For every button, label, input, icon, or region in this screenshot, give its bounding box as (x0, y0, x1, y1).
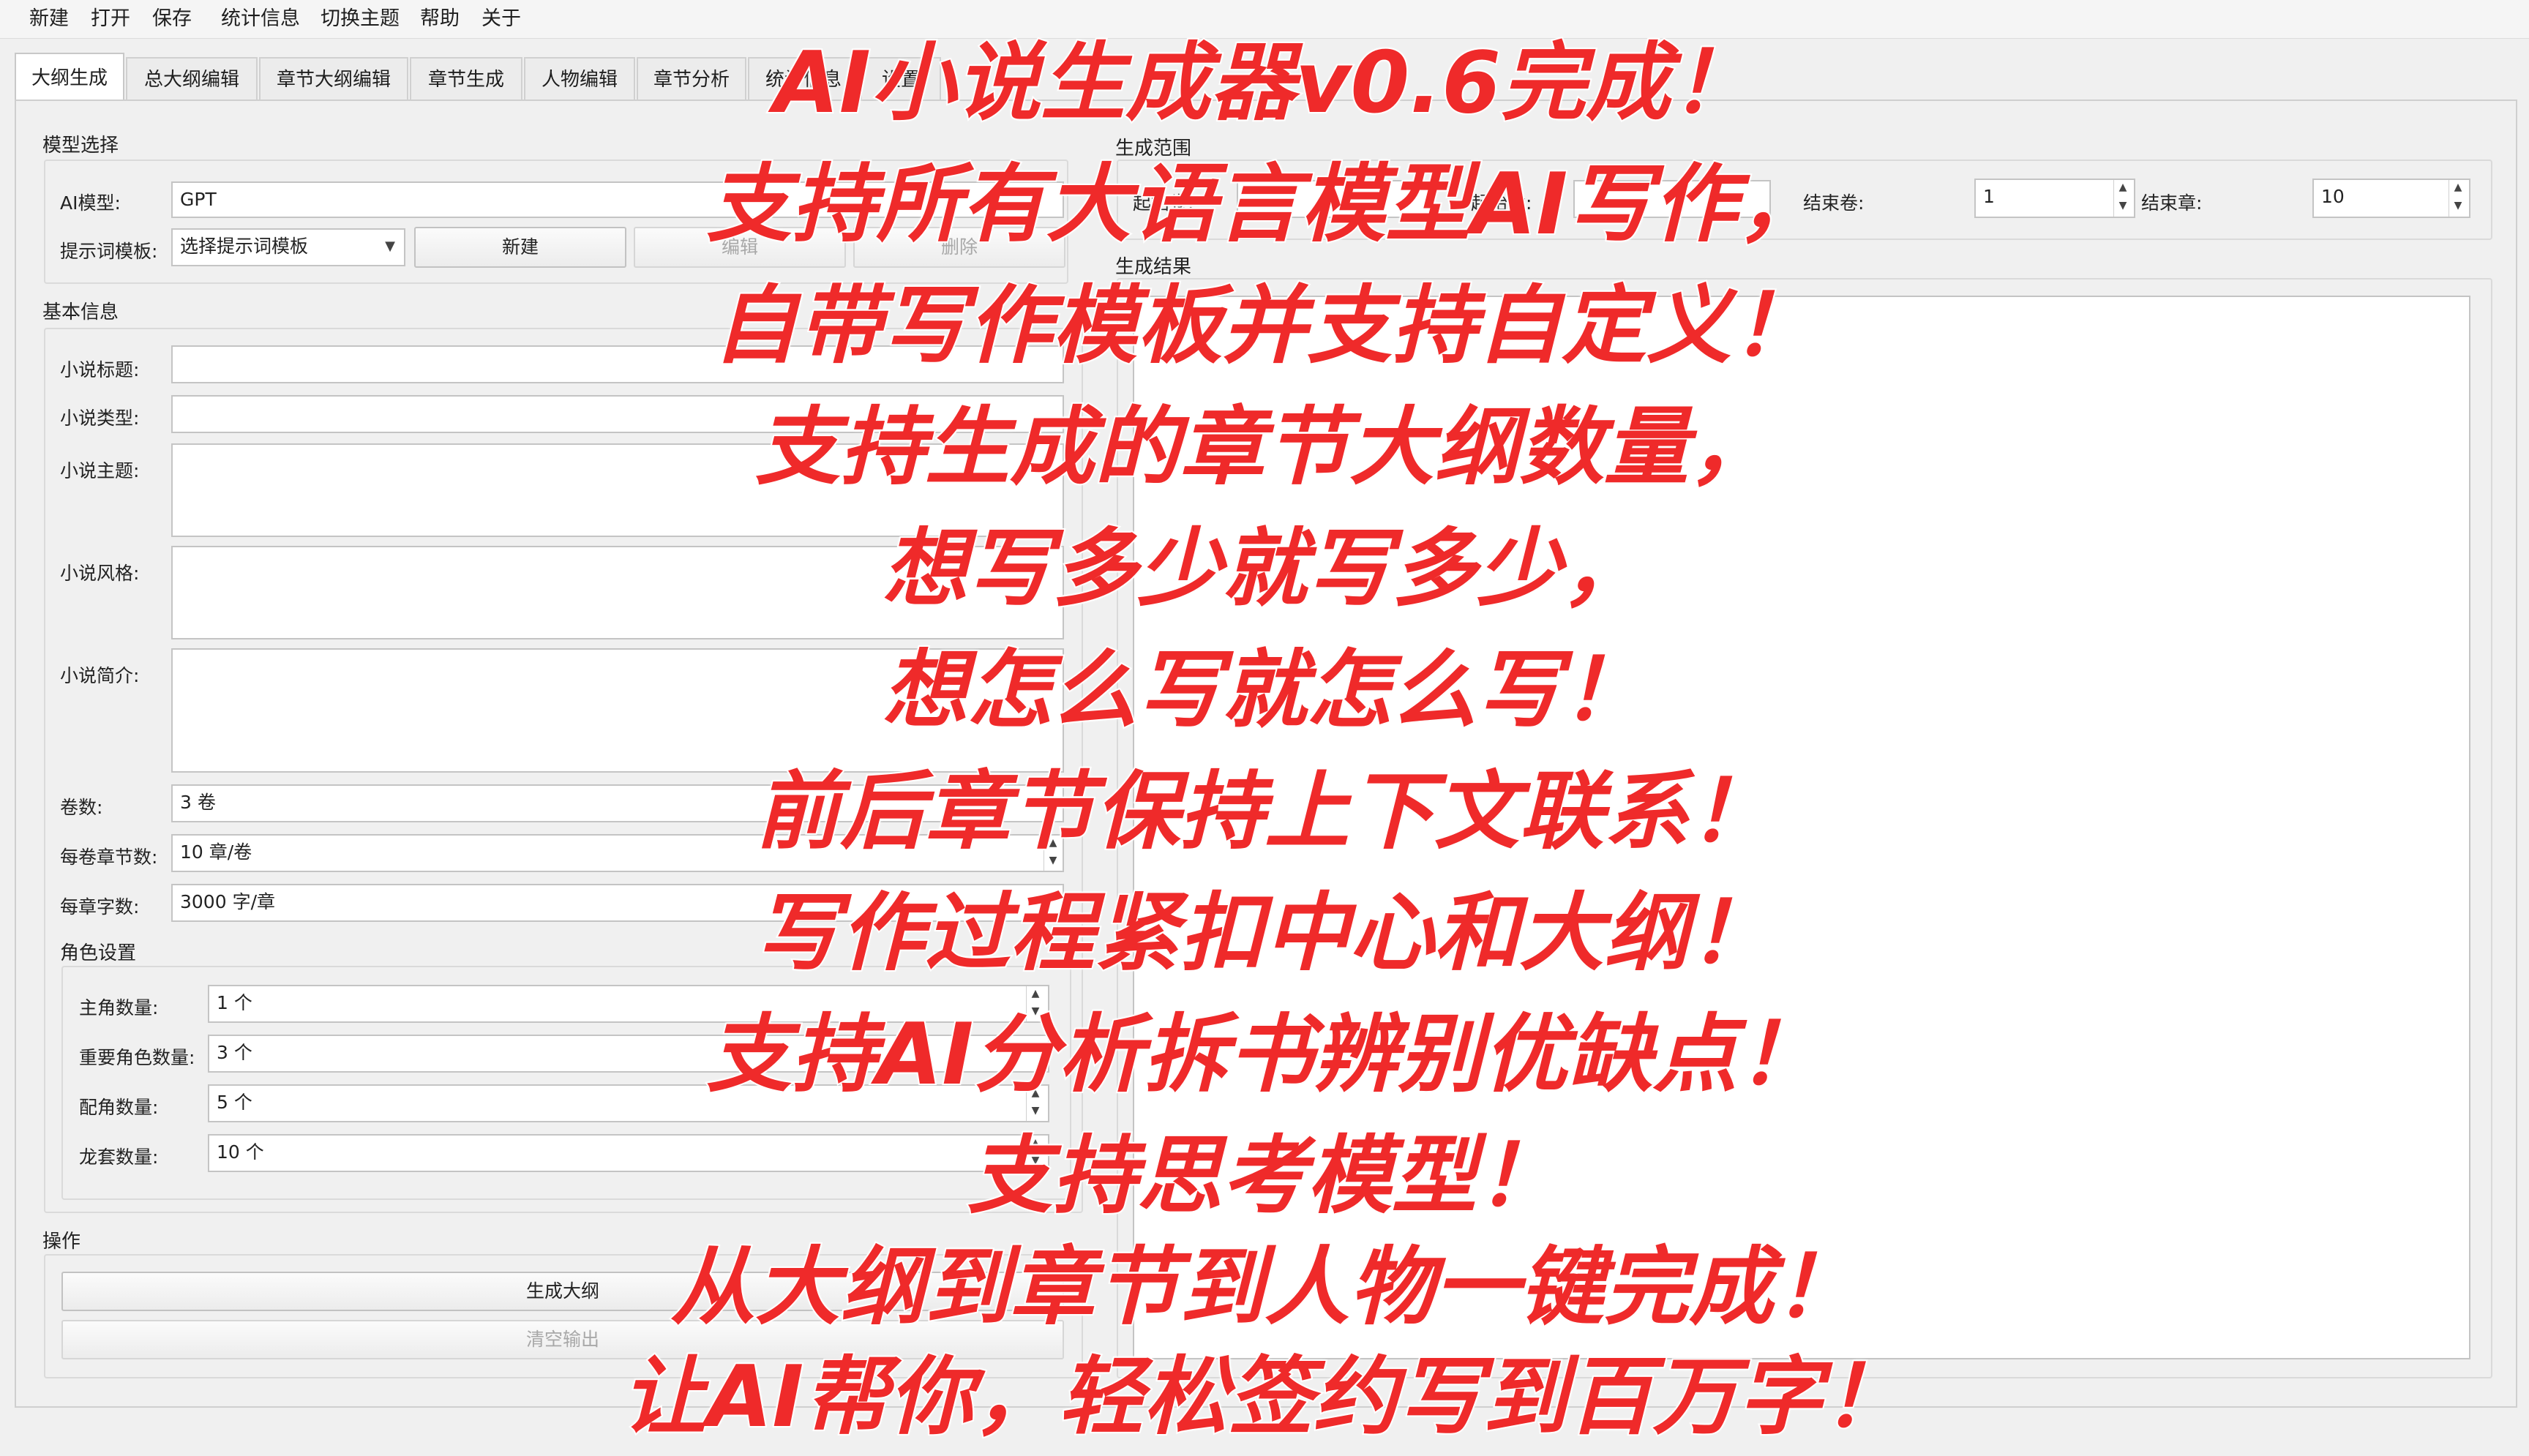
overlay-line-1: AI小说生成器v0.6完成！ (772, 32, 1757, 134)
overlay-line-3: 自带写作模板并支持自定义！ (711, 275, 1818, 377)
overlay-line-10: 支持思考模型！ (966, 1125, 1563, 1227)
overlay-line-11: 从大纲到章节到人物一键完成！ (669, 1237, 1860, 1338)
overlay-line-2: 支持所有大语言模型AI写作， (705, 154, 1824, 255)
overlay-line-5: 想写多少就写多少， (881, 518, 1648, 620)
overlay-line-4: 支持生成的章节大纲数量， (754, 397, 1775, 498)
overlay-line-8: 写作过程紧扣中心和大纲！ (754, 882, 1775, 984)
overlay-line-9: 支持AI分析拆书辨别优缺点！ (705, 1004, 1824, 1106)
overlay-line-7: 前后章节保持上下文联系！ (754, 761, 1775, 863)
overlay-line-6: 想怎么写就怎么写！ (881, 639, 1648, 741)
overlay-line-12: 让AI帮你，轻松签约写到百万字！ (621, 1346, 1909, 1448)
